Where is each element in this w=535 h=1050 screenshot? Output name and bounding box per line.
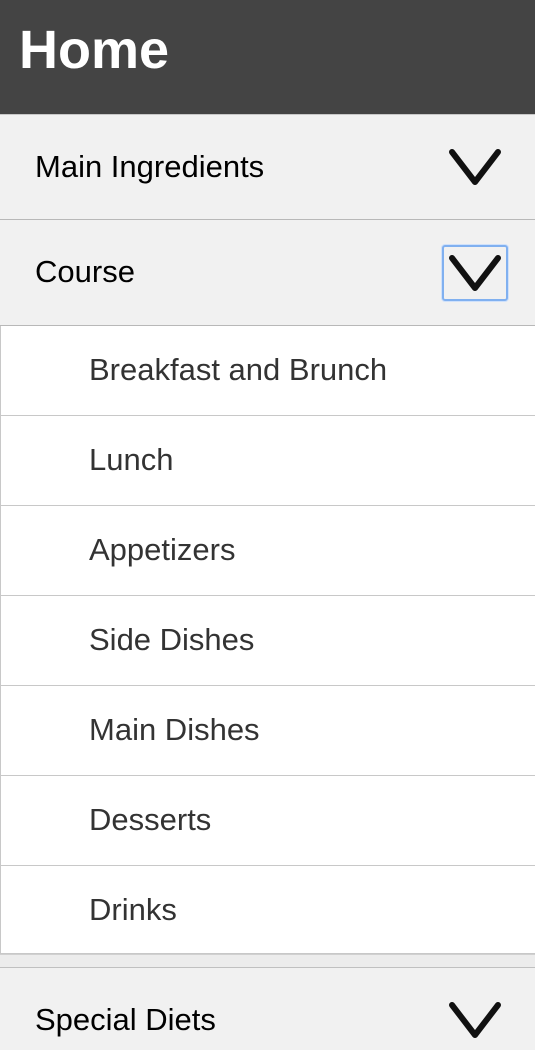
list-item-lunch[interactable]: Lunch (0, 416, 535, 506)
list-item-label: Main Dishes (89, 712, 260, 747)
list-item-label: Side Dishes (89, 622, 255, 657)
section-course[interactable]: Course (0, 220, 535, 326)
section-main-ingredients[interactable]: Main Ingredients (0, 114, 535, 220)
app-header: Home (0, 0, 535, 114)
section-gap (0, 955, 535, 967)
chevron-down-icon (449, 255, 501, 291)
list-item-main-dishes[interactable]: Main Dishes (0, 686, 535, 776)
list-item-drinks[interactable]: Drinks (0, 866, 535, 954)
chevron-down-icon (449, 149, 501, 185)
special-diets-toggle-button[interactable] (444, 994, 506, 1046)
home-title[interactable]: Home (19, 18, 169, 82)
section-label-course: Course (35, 254, 135, 289)
list-item-desserts[interactable]: Desserts (0, 776, 535, 866)
chevron-down-icon (449, 1002, 501, 1038)
list-item-side-dishes[interactable]: Side Dishes (0, 596, 535, 686)
list-item-label: Desserts (89, 802, 212, 837)
section-label-special-diets: Special Diets (35, 1002, 216, 1037)
list-item-label: Lunch (89, 442, 174, 477)
list-item-label: Drinks (89, 892, 177, 927)
list-item-appetizers[interactable]: Appetizers (0, 506, 535, 596)
course-toggle-button[interactable] (442, 245, 508, 301)
list-item-label: Appetizers (89, 532, 236, 567)
section-label-main-ingredients: Main Ingredients (35, 149, 265, 184)
list-item-label: Breakfast and Brunch (89, 352, 388, 387)
main-ingredients-toggle-button[interactable] (444, 141, 506, 193)
section-special-diets[interactable]: Special Diets (0, 967, 535, 1050)
list-item-breakfast-and-brunch[interactable]: Breakfast and Brunch (0, 326, 535, 416)
